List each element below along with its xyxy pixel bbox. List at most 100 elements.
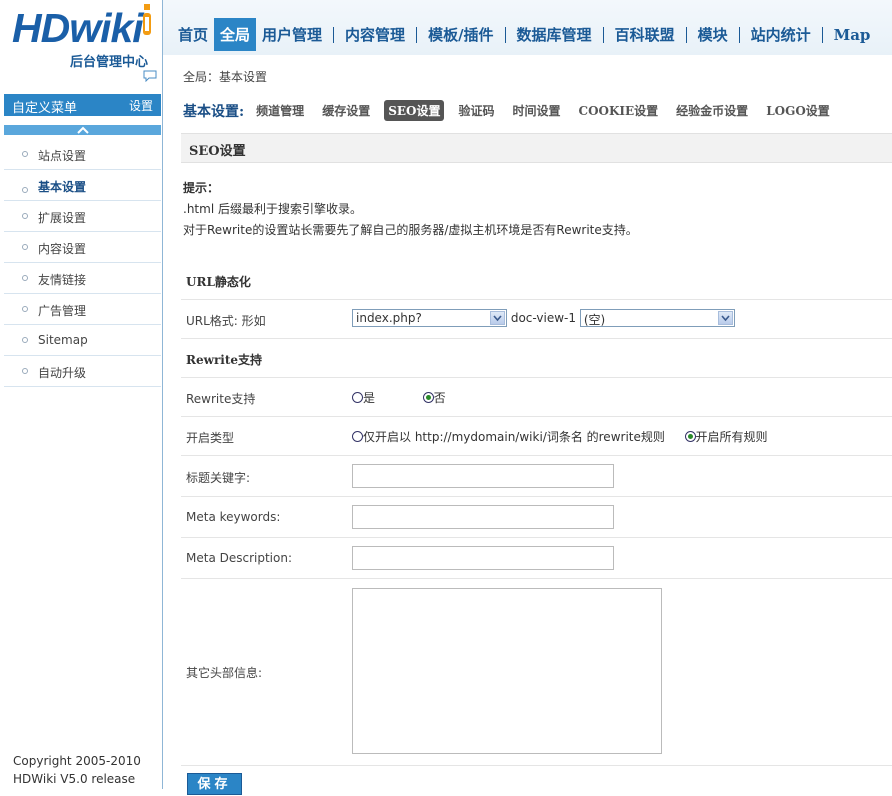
section-title: SEO设置 xyxy=(189,144,246,159)
sidebar-item-label: 广告管理 xyxy=(38,304,87,318)
tab-exp-coins[interactable]: 经验金币设置 xyxy=(672,100,752,121)
sub-nav: 基本设置: 频道管理 缓存设置 SEO设置 验证码 时间设置 COOKIE设置 … xyxy=(183,100,844,121)
rewrite-title: Rewrite支持 xyxy=(186,353,262,367)
chat-icon[interactable] xyxy=(143,70,157,82)
hdwiki-logo: HDwiki xyxy=(12,5,144,51)
custom-menu-title: 自定义菜单 xyxy=(12,101,78,116)
version-line: HDWiki V5.0 release xyxy=(13,772,136,786)
topnav-map[interactable]: Map xyxy=(828,20,877,50)
tab-logo[interactable]: LOGO设置 xyxy=(762,100,834,121)
tab-captcha[interactable]: 验证码 xyxy=(454,100,498,121)
meta-keywords-label: Meta keywords: xyxy=(186,510,281,524)
tab-time[interactable]: 时间设置 xyxy=(509,100,565,121)
sidebar-item-auto-upgrade[interactable]: 自动升级 xyxy=(4,356,161,387)
topnav-global[interactable]: 全局 xyxy=(214,18,257,51)
topnav-stats[interactable]: 站内统计 xyxy=(745,18,817,51)
rewrite-yes-radio[interactable] xyxy=(352,392,363,403)
url-suffix-select[interactable]: (空) xyxy=(579,309,735,327)
admin-center-title: 后台管理中心 xyxy=(69,55,148,70)
topnav-modules[interactable]: 模块 xyxy=(692,18,734,51)
save-button[interactable]: 保存 xyxy=(187,773,242,795)
sidebar: HDwiki 后台管理中心 自定义菜单 设置 站点设置 基本设置 扩展设置 内容… xyxy=(0,0,163,789)
other-head-row: 其它头部信息: xyxy=(181,579,892,766)
top-nav: 首页 全局 用户管理 内容管理 模板/插件 数据库管理 百科联盟 模块 站内统计… xyxy=(163,0,892,55)
tab-channels[interactable]: 频道管理 xyxy=(252,100,308,121)
sidebar-item-label: Sitemap xyxy=(38,333,88,347)
sidebar-item-label: 友情链接 xyxy=(38,273,87,287)
chevron-down-icon xyxy=(717,311,733,325)
sidebar-item-label: 扩展设置 xyxy=(38,211,87,225)
sidebar-item-site-settings[interactable]: 站点设置 xyxy=(4,139,161,170)
sidebar-item-label: 内容设置 xyxy=(38,242,87,256)
bullet-icon xyxy=(22,213,28,219)
open-type-partial-label[interactable]: 仅开启以 http://mydomain/wiki/词条名 的rewrite规则 xyxy=(363,430,665,444)
other-head-textarea[interactable] xyxy=(352,588,662,754)
rewrite-title-row: Rewrite支持 xyxy=(181,339,892,378)
other-head-label: 其它头部信息: xyxy=(186,666,263,680)
meta-keywords-row: Meta keywords: xyxy=(181,497,892,538)
nav-divider xyxy=(333,26,335,43)
custom-menu-setting-link[interactable]: 设置 xyxy=(129,97,153,114)
tab-cache[interactable]: 缓存设置 xyxy=(318,100,374,121)
bullet-icon xyxy=(22,244,28,250)
nav-divider xyxy=(821,26,823,43)
title-keywords-input[interactable] xyxy=(352,464,614,488)
logo-area: HDwiki 后台管理中心 xyxy=(0,0,162,92)
sidebar-item-label: 基本设置 xyxy=(38,180,87,194)
sidebar-item-content-settings[interactable]: 内容设置 xyxy=(4,232,161,263)
rewrite-support-label: Rewrite支持 xyxy=(186,392,256,406)
breadcrumb: 全局：基本设置 xyxy=(183,70,268,84)
sidebar-item-ads[interactable]: 广告管理 xyxy=(4,294,161,325)
meta-keywords-input[interactable] xyxy=(352,505,614,529)
topnav-users[interactable]: 用户管理 xyxy=(256,18,328,51)
url-format-row: URL格式: 形如 index.php? doc-view-1 (空) xyxy=(181,300,892,339)
nav-divider xyxy=(416,26,418,43)
nav-divider xyxy=(738,26,740,43)
topnav-database[interactable]: 数据库管理 xyxy=(511,18,598,51)
open-type-partial-radio[interactable] xyxy=(352,431,363,442)
url-prefix-select[interactable]: index.php? xyxy=(352,309,507,327)
open-type-all-label[interactable]: 开启所有规则 xyxy=(696,430,768,444)
hint-line: 对于Rewrite的设置站长需要先了解自己的服务器/虚拟主机环境是否有Rewri… xyxy=(183,223,638,237)
sidebar-item-friend-links[interactable]: 友情链接 xyxy=(4,263,161,294)
rewrite-no-label[interactable]: 否 xyxy=(434,391,446,405)
hint-box: 提示： .html 后缀最利于搜索引擎收录。 对于Rewrite的设置站长需要先… xyxy=(183,178,638,241)
url-format-label: URL格式: 形如 xyxy=(186,314,266,328)
tab-cookie[interactable]: COOKIE设置 xyxy=(575,100,663,121)
sidebar-item-sitemap[interactable]: Sitemap xyxy=(4,325,161,356)
meta-description-label: Meta Description: xyxy=(186,551,292,565)
collapse-toggle[interactable] xyxy=(4,125,161,135)
rewrite-no-radio[interactable] xyxy=(422,392,434,403)
url-static-title: URL静态化 xyxy=(186,275,251,289)
hint-line: .html 后缀最利于搜索引擎收录。 xyxy=(183,202,362,216)
chevron-down-icon xyxy=(490,311,505,325)
nav-divider xyxy=(685,26,687,43)
title-keywords-row: 标题关键字: xyxy=(181,456,892,497)
open-type-row: 开启类型 仅开启以 http://mydomain/wiki/词条名 的rewr… xyxy=(181,417,892,456)
nav-divider xyxy=(602,26,604,43)
meta-description-input[interactable] xyxy=(352,546,614,570)
meta-description-row: Meta Description: xyxy=(181,538,892,579)
tab-seo[interactable]: SEO设置 xyxy=(384,100,445,121)
rewrite-yes-label[interactable]: 是 xyxy=(363,391,375,405)
sidebar-item-basic-settings[interactable]: 基本设置 xyxy=(4,170,161,201)
chevron-up-icon xyxy=(76,126,89,134)
sidebar-item-label: 自动升级 xyxy=(38,366,87,380)
title-keywords-label: 标题关键字: xyxy=(186,471,251,485)
section-header: SEO设置 xyxy=(181,133,892,163)
bullet-icon xyxy=(22,187,28,193)
topnav-templates[interactable]: 模板/插件 xyxy=(422,18,499,51)
open-type-label: 开启类型 xyxy=(186,431,235,445)
logo-mark-icon xyxy=(143,4,151,35)
open-type-all-radio[interactable] xyxy=(684,431,696,442)
nav-divider xyxy=(504,26,506,43)
sidebar-item-extended-settings[interactable]: 扩展设置 xyxy=(4,201,161,232)
topnav-content[interactable]: 内容管理 xyxy=(339,18,411,51)
topnav-union[interactable]: 百科联盟 xyxy=(609,18,681,51)
topnav-home[interactable]: 首页 xyxy=(172,18,214,51)
bullet-icon xyxy=(22,368,28,374)
bullet-icon xyxy=(22,275,28,281)
bullet-icon xyxy=(22,306,28,312)
main-content: 全局：基本设置 基本设置: 频道管理 缓存设置 SEO设置 验证码 时间设置 C… xyxy=(163,55,892,795)
url-middle-text: doc-view-1 xyxy=(510,311,576,325)
